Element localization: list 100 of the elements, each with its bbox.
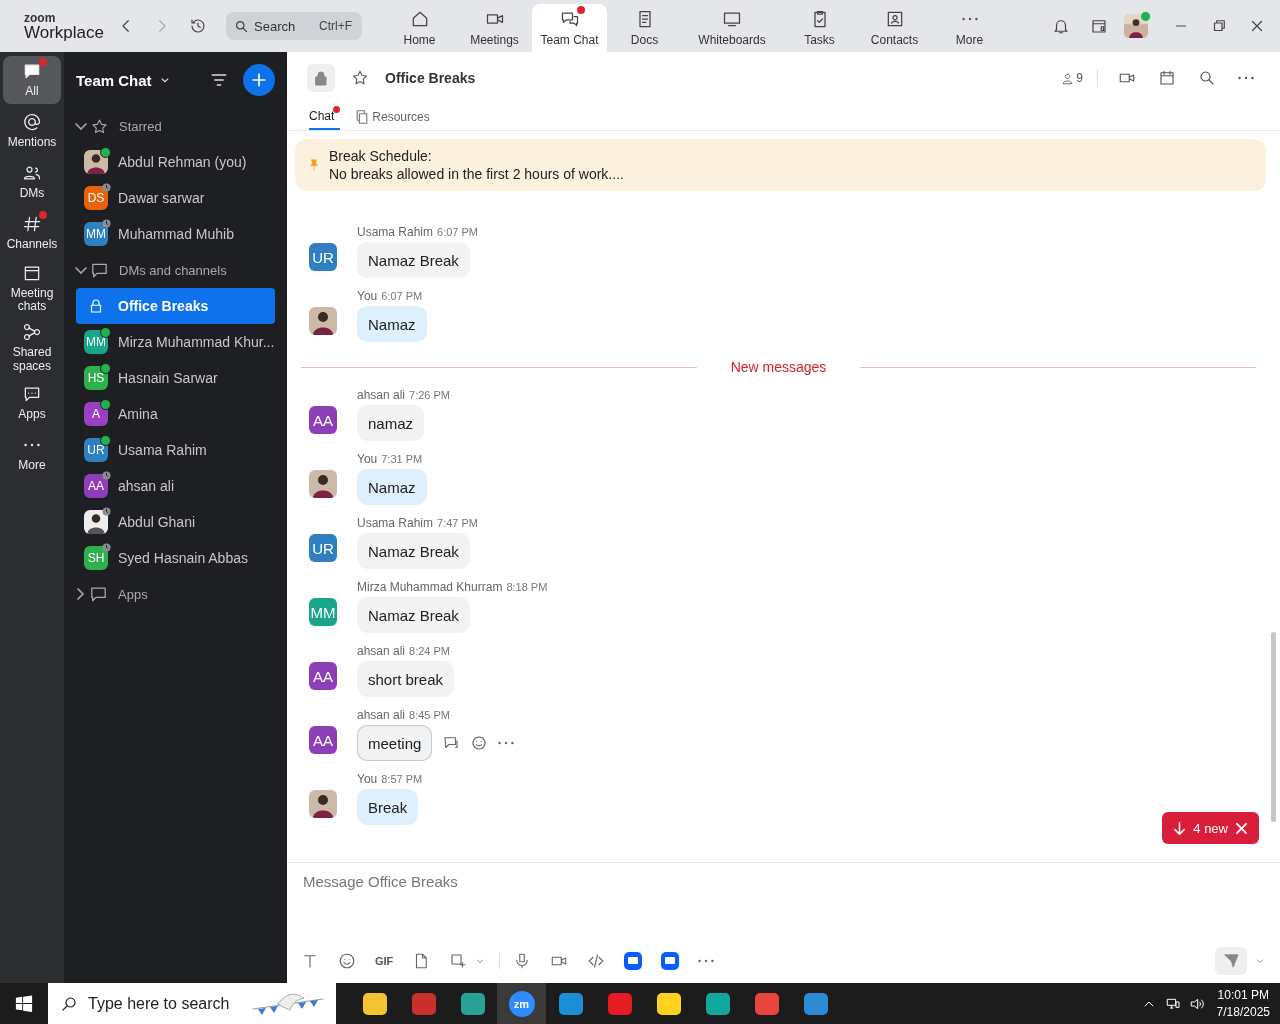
avatar: AA xyxy=(84,474,108,498)
clock-time: 10:01 PM xyxy=(1217,986,1269,1004)
message-bubble: Namaz Break xyxy=(357,597,470,633)
avatar: AA xyxy=(309,662,337,690)
app-icon[interactable] xyxy=(661,952,680,970)
section-header[interactable]: Apps xyxy=(76,576,275,612)
clock-date: 7/18/2025 xyxy=(1216,1003,1270,1021)
gif-button[interactable]: GIF xyxy=(375,955,394,967)
nav-tab[interactable]: Contacts xyxy=(857,4,932,52)
nav-tab[interactable]: More xyxy=(932,4,1007,52)
section-header[interactable]: DMs and channels xyxy=(76,252,275,288)
panel-title[interactable]: Team Chat xyxy=(76,71,152,89)
chat-list-item[interactable]: A Amina xyxy=(76,396,275,432)
emoji-icon[interactable] xyxy=(338,952,356,970)
channel-tab[interactable]: Resources xyxy=(356,104,430,130)
more-icon xyxy=(24,443,40,448)
message-bubble: Namaz xyxy=(357,306,427,342)
sender-name: ahsan ali xyxy=(357,644,406,658)
new-messages-button[interactable]: 4 new xyxy=(1162,812,1259,844)
channel-title: Office Breaks xyxy=(385,70,476,86)
rail-item[interactable]: Channels xyxy=(3,209,61,257)
sender-name: ahsan ali xyxy=(357,388,406,402)
message-bubble: short break xyxy=(357,661,455,697)
chat-bubble-icon xyxy=(92,262,107,278)
chat-list-item[interactable]: UR Usama Rahim xyxy=(76,432,275,468)
new-messages-divider: New messages xyxy=(730,359,827,375)
nav-tab[interactable]: Meetings xyxy=(457,4,532,52)
rail-item[interactable]: Shared spaces xyxy=(3,319,61,376)
avatar: DS xyxy=(84,186,108,210)
pin-icon xyxy=(307,158,321,172)
send-icon xyxy=(1223,954,1239,968)
star-icon xyxy=(92,118,107,134)
message-time: 7:26 PM xyxy=(409,389,450,401)
sender-name: ahsan ali xyxy=(357,708,406,722)
nav-tab[interactable]: Tasks xyxy=(782,4,857,52)
nav-tab[interactable]: Whiteboards xyxy=(682,4,782,52)
nodes-icon xyxy=(22,322,42,343)
lock-icon xyxy=(307,64,335,92)
taskbar-search-field[interactable]: Type here to search xyxy=(48,983,336,1024)
presence-dot xyxy=(1140,11,1151,22)
new-chat-button[interactable] xyxy=(243,64,275,96)
search-icon xyxy=(60,995,78,1013)
chat-list-item[interactable]: Abdul Ghani xyxy=(76,504,275,540)
search-icon[interactable] xyxy=(1198,69,1216,87)
emoji-icon[interactable] xyxy=(470,734,489,752)
message-time: 8:45 PM xyxy=(409,709,450,721)
logo-text: zoom xyxy=(24,11,57,24)
section-label: DMs and channels xyxy=(119,262,227,278)
logo-text: Workplace xyxy=(24,23,105,41)
shortcut-label: Ctrl+F xyxy=(319,19,352,33)
text-format-icon[interactable] xyxy=(301,952,319,970)
avatar: AA xyxy=(309,726,337,754)
close-icon[interactable] xyxy=(1236,821,1247,835)
chevron-right-icon xyxy=(78,589,83,599)
windows-logo-icon[interactable] xyxy=(15,994,33,1013)
rail-item[interactable]: Apps xyxy=(3,378,61,427)
more-icon[interactable] xyxy=(698,959,715,963)
rail-item[interactable]: DMs xyxy=(3,158,61,206)
chat-list-item[interactable]: Abdul Rehman (you) xyxy=(76,144,275,180)
section-label: Apps xyxy=(118,586,148,602)
app-icon[interactable] xyxy=(624,952,643,970)
nav-tab[interactable]: Docs xyxy=(607,4,682,52)
sender-name: You xyxy=(357,772,378,786)
chat-list-item[interactable]: HS Hasnain Sarwar xyxy=(76,360,275,396)
chat-list-item[interactable]: SH Syed Hasnain Abbas xyxy=(76,540,275,576)
chat-list-item[interactable]: MM Mirza Muhammad Khur... xyxy=(76,324,275,360)
avatar: UR xyxy=(309,534,337,562)
nav-tab[interactable]: Home xyxy=(382,4,457,52)
pinned-title: Break Schedule: xyxy=(329,147,433,165)
rail-item[interactable]: Mentions xyxy=(3,107,61,155)
history-icon[interactable] xyxy=(189,17,207,35)
sender-name: Usama Rahim xyxy=(357,225,434,239)
copy-icon xyxy=(356,110,369,124)
chat-list-item[interactable]: Office Breaks xyxy=(76,288,275,324)
rail-item[interactable]: More xyxy=(3,429,61,478)
section-header[interactable]: Starred xyxy=(76,108,275,144)
members-button[interactable]: 9 xyxy=(1061,71,1083,85)
message-time: 8:57 PM xyxy=(381,773,423,785)
sender-name: You xyxy=(357,452,378,466)
screenshot-icon[interactable] xyxy=(449,952,468,970)
clock[interactable]: 10:01 PM 7/18/2025 xyxy=(1208,986,1280,1021)
chat-list-item[interactable]: AA ahsan ali xyxy=(76,468,275,504)
nav-tab[interactable]: Team Chat xyxy=(532,4,607,52)
bell-icon[interactable] xyxy=(1052,17,1070,35)
rail-item[interactable]: Meeting chats xyxy=(3,260,61,317)
more-icon[interactable] xyxy=(1238,76,1254,80)
sender-name: Mirza Muhammad Khurram xyxy=(357,580,503,594)
code-icon[interactable] xyxy=(587,952,606,970)
more-icon[interactable] xyxy=(498,741,515,745)
send-button[interactable] xyxy=(1215,947,1247,975)
chevron-down-icon xyxy=(76,123,86,129)
chat-list-item[interactable]: MM Muhammad Muhib xyxy=(76,216,275,252)
calendar-icon[interactable] xyxy=(1158,69,1176,87)
star-icon[interactable] xyxy=(351,69,369,87)
message-bubble: Namaz xyxy=(357,469,427,505)
pinned-message[interactable]: Break Schedule: No breaks allowed in the first 2 hours of work.... xyxy=(295,139,1266,191)
calendar-icon[interactable] xyxy=(1090,17,1108,35)
rail-item[interactable]: All xyxy=(3,56,61,104)
chat-list-item[interactable]: DS Dawar sarwar xyxy=(76,180,275,216)
channel-tab[interactable]: Chat xyxy=(309,104,341,130)
